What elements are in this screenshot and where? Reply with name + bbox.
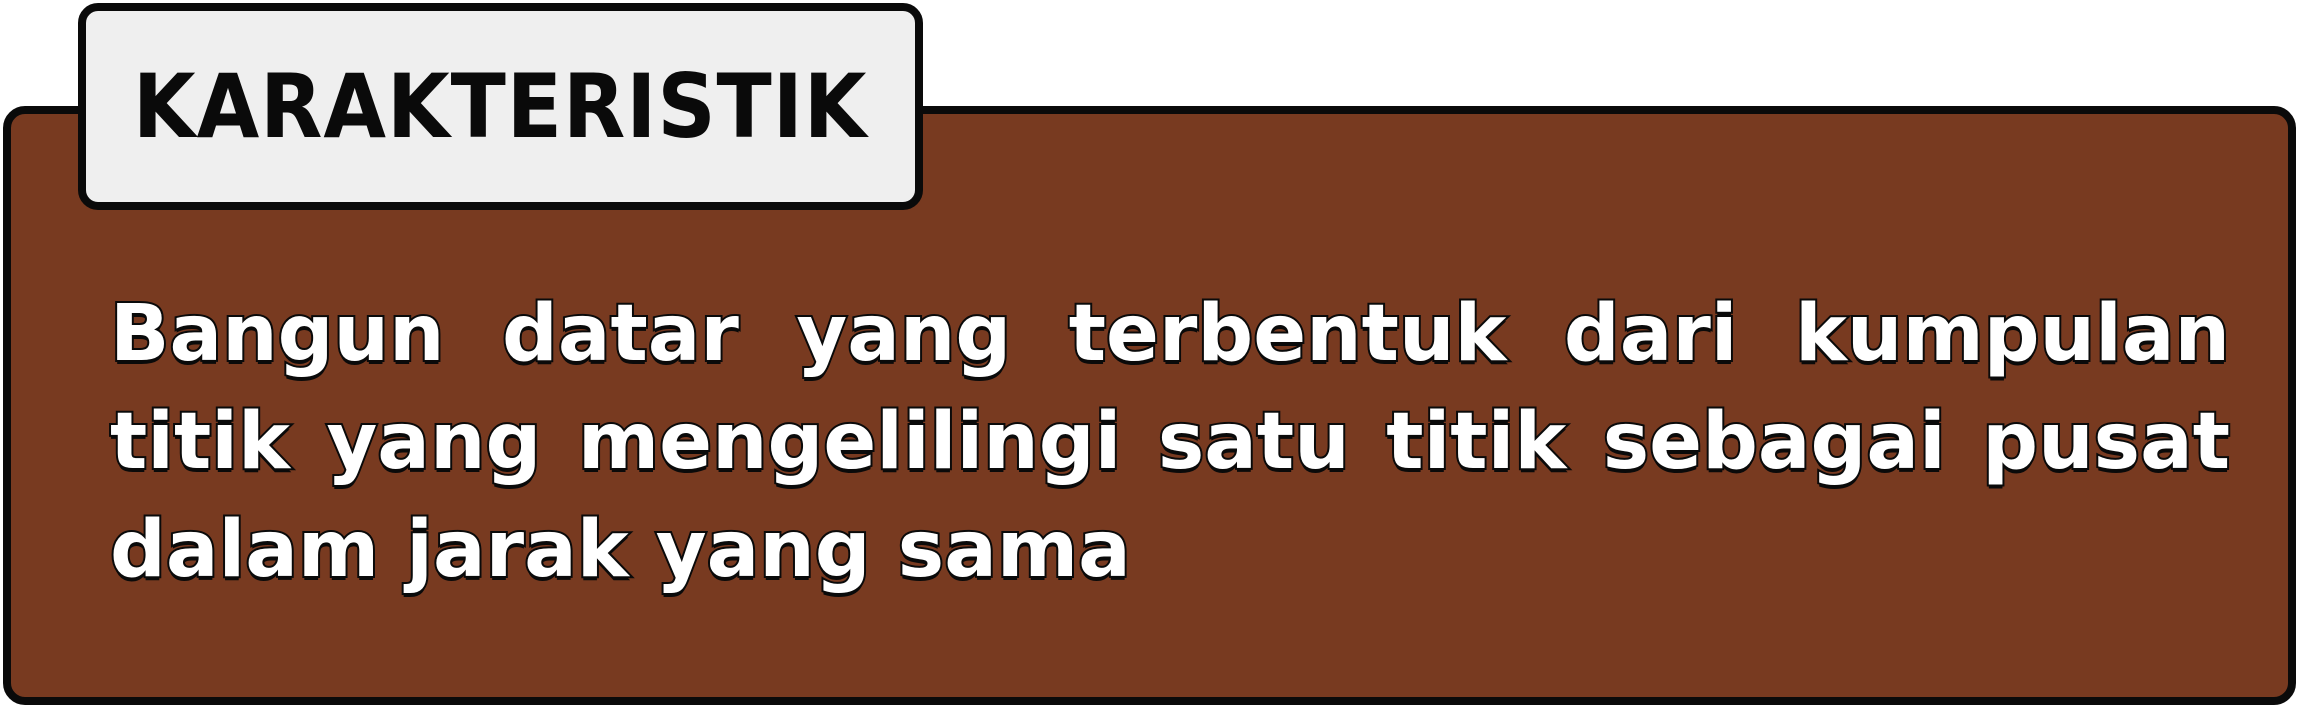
tab-title: KARAKTERISTIK [133,55,868,158]
description-text: Bangun datar yang terbentuk dari kumpula… [108,287,2232,597]
title-tab: KARAKTERISTIK [78,3,923,210]
card: KARAKTERISTIK Bangun datar yang terbentu… [0,0,2307,714]
